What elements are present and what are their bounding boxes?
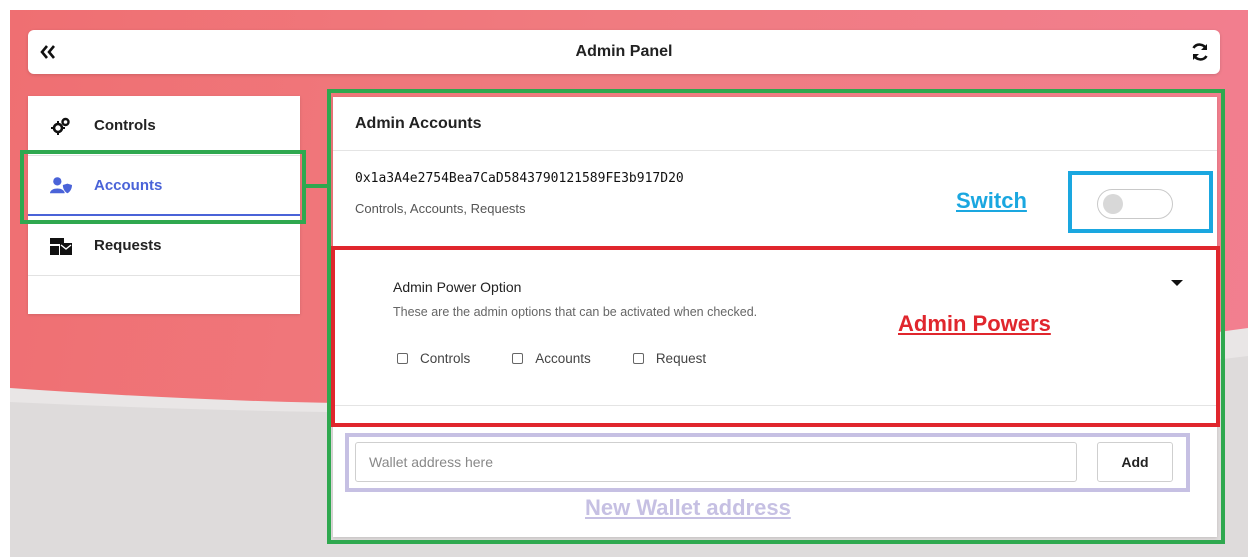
collapse-sidebar-button[interactable] [28, 30, 68, 74]
annotation-wallet-label: New Wallet address [585, 495, 791, 520]
refresh-icon [1192, 43, 1208, 61]
annotation-switch-label: Switch [956, 188, 1027, 213]
header-bar: Admin Panel [28, 30, 1220, 74]
sidebar-item-label: Requests [94, 237, 162, 254]
annotation-connector [306, 184, 327, 188]
refresh-button[interactable] [1180, 30, 1220, 74]
mail-bulk-icon [50, 237, 72, 255]
annotation-powers-label: Admin Powers [898, 311, 1051, 336]
sidebar-item-requests[interactable]: Requests [28, 216, 300, 276]
sidebar-item-controls[interactable]: Controls [28, 96, 300, 156]
double-chevron-left-icon [40, 45, 55, 59]
gears-icon [50, 117, 72, 135]
annotation-powers-box [331, 246, 1220, 427]
annotation-switch-box [1068, 171, 1213, 233]
annotation-accounts-box [20, 150, 306, 224]
annotation-wallet-box [345, 433, 1190, 492]
sidebar-item-label: Controls [94, 117, 156, 134]
page-title: Admin Panel [575, 43, 673, 60]
